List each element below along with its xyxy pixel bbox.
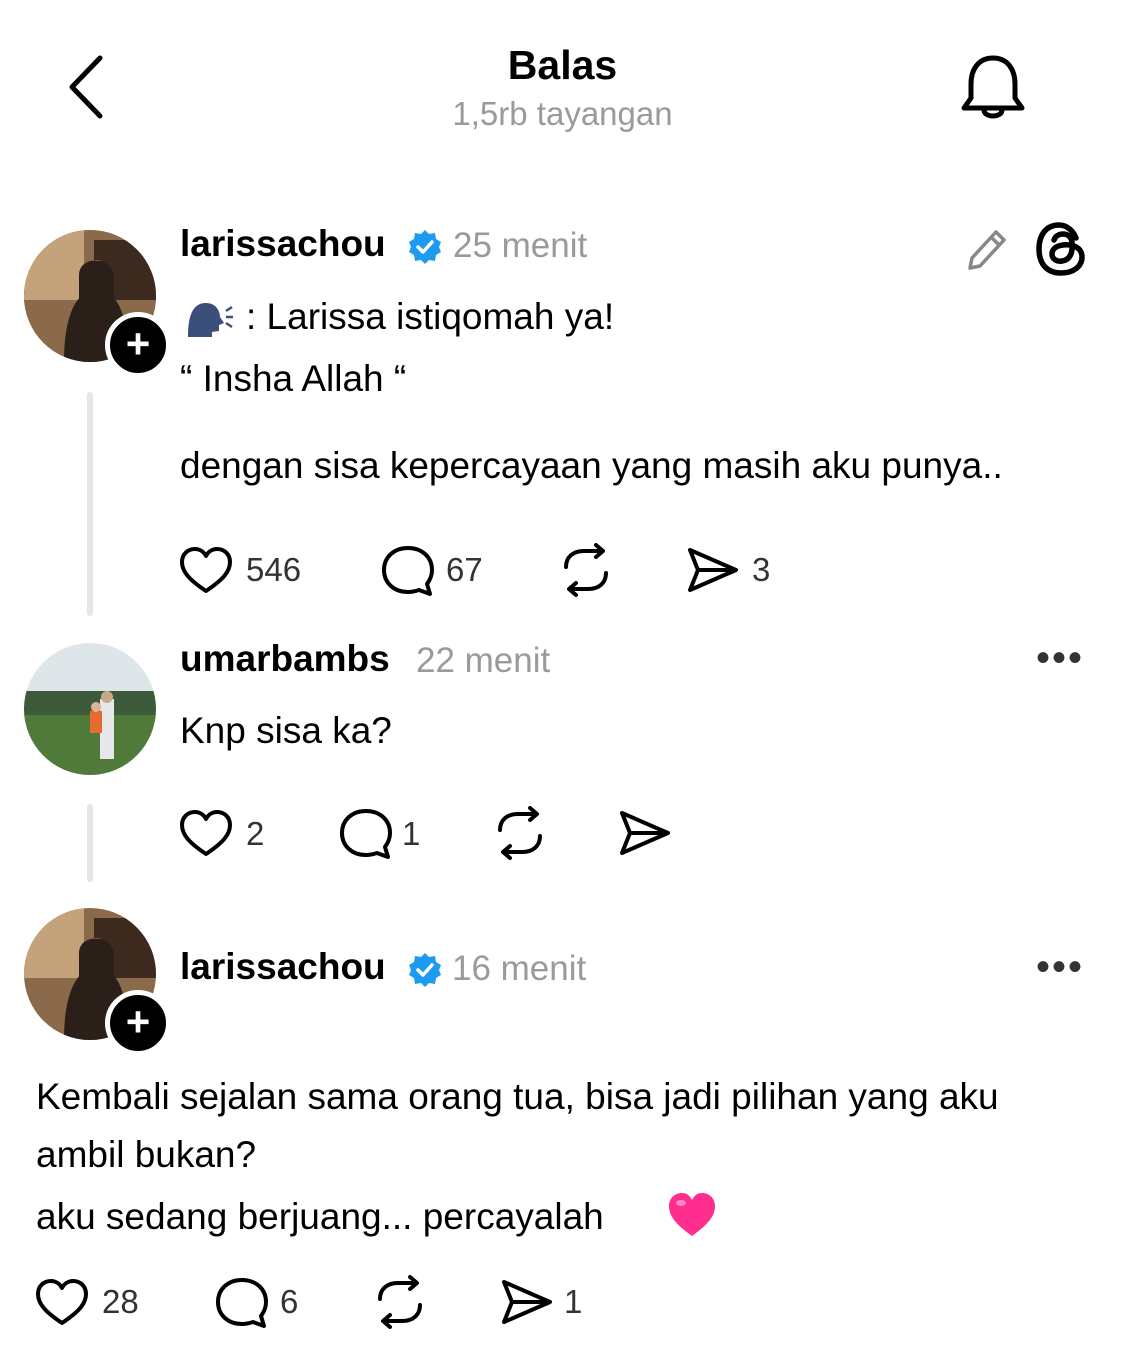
username[interactable]: umarbambs [180, 638, 390, 680]
page-title: Balas [507, 42, 618, 88]
post-text-line: Knp sisa ka? [180, 710, 392, 751]
post-text-line: ambil bukan? [36, 1134, 257, 1175]
thread-line [87, 392, 93, 616]
reply-count: 6 [280, 1283, 299, 1320]
repost-icon[interactable] [558, 543, 614, 597]
like-count: 28 [102, 1283, 139, 1320]
reply-bubble-icon[interactable] [338, 806, 394, 862]
post-text-line: : Larissa istiqomah ya! [246, 296, 615, 337]
more-options-icon[interactable]: ••• [1036, 945, 1084, 990]
like-heart-icon[interactable] [178, 808, 234, 860]
repost-icon[interactable] [492, 806, 548, 860]
like-heart-icon[interactable] [178, 545, 234, 597]
post-time: 25 menit [453, 226, 588, 265]
share-count: 3 [752, 551, 771, 588]
follow-plus-button[interactable]: + [105, 312, 171, 378]
pink-heart-emoji-icon [669, 1193, 715, 1236]
reply-count: 67 [446, 551, 483, 588]
username[interactable]: larissachou [180, 946, 386, 988]
share-send-icon[interactable] [616, 808, 672, 858]
follow-plus-button[interactable]: + [105, 990, 171, 1056]
bell-icon[interactable] [958, 52, 1028, 124]
share-send-icon[interactable] [498, 1277, 554, 1327]
reply-bubble-icon[interactable] [214, 1275, 270, 1331]
post-time: 22 menit [416, 641, 551, 680]
avatar[interactable] [24, 643, 156, 775]
like-heart-icon[interactable] [34, 1277, 90, 1329]
post-text-line: Kembali sejalan sama orang tua, bisa jad… [36, 1076, 999, 1117]
like-count: 2 [246, 815, 265, 852]
post-text-line: “ Insha Allah “ [180, 358, 407, 399]
post-text-line: aku sedang berjuang... percayalah [36, 1196, 604, 1237]
edit-pencil-icon[interactable] [962, 224, 1010, 274]
post-text-line: dengan sisa kepercayaan yang masih aku p… [180, 445, 1003, 486]
post-time: 16 menit [452, 949, 587, 988]
threads-logo-icon[interactable] [1034, 220, 1090, 278]
share-count: 1 [564, 1283, 583, 1320]
like-count: 546 [246, 551, 302, 588]
avatar-photo [24, 643, 156, 775]
view-count: 1,5rb tayangan [452, 95, 673, 132]
repost-icon[interactable] [372, 1275, 428, 1329]
reply-count: 1 [402, 815, 421, 852]
thread-line [87, 804, 93, 882]
share-send-icon[interactable] [684, 545, 740, 595]
more-options-icon[interactable]: ••• [1036, 636, 1084, 681]
verified-badge-icon [409, 953, 441, 987]
speaking-head-icon [188, 303, 233, 337]
username[interactable]: larissachou [180, 223, 386, 265]
verified-badge-icon [409, 230, 441, 264]
reply-bubble-icon[interactable] [380, 543, 436, 599]
